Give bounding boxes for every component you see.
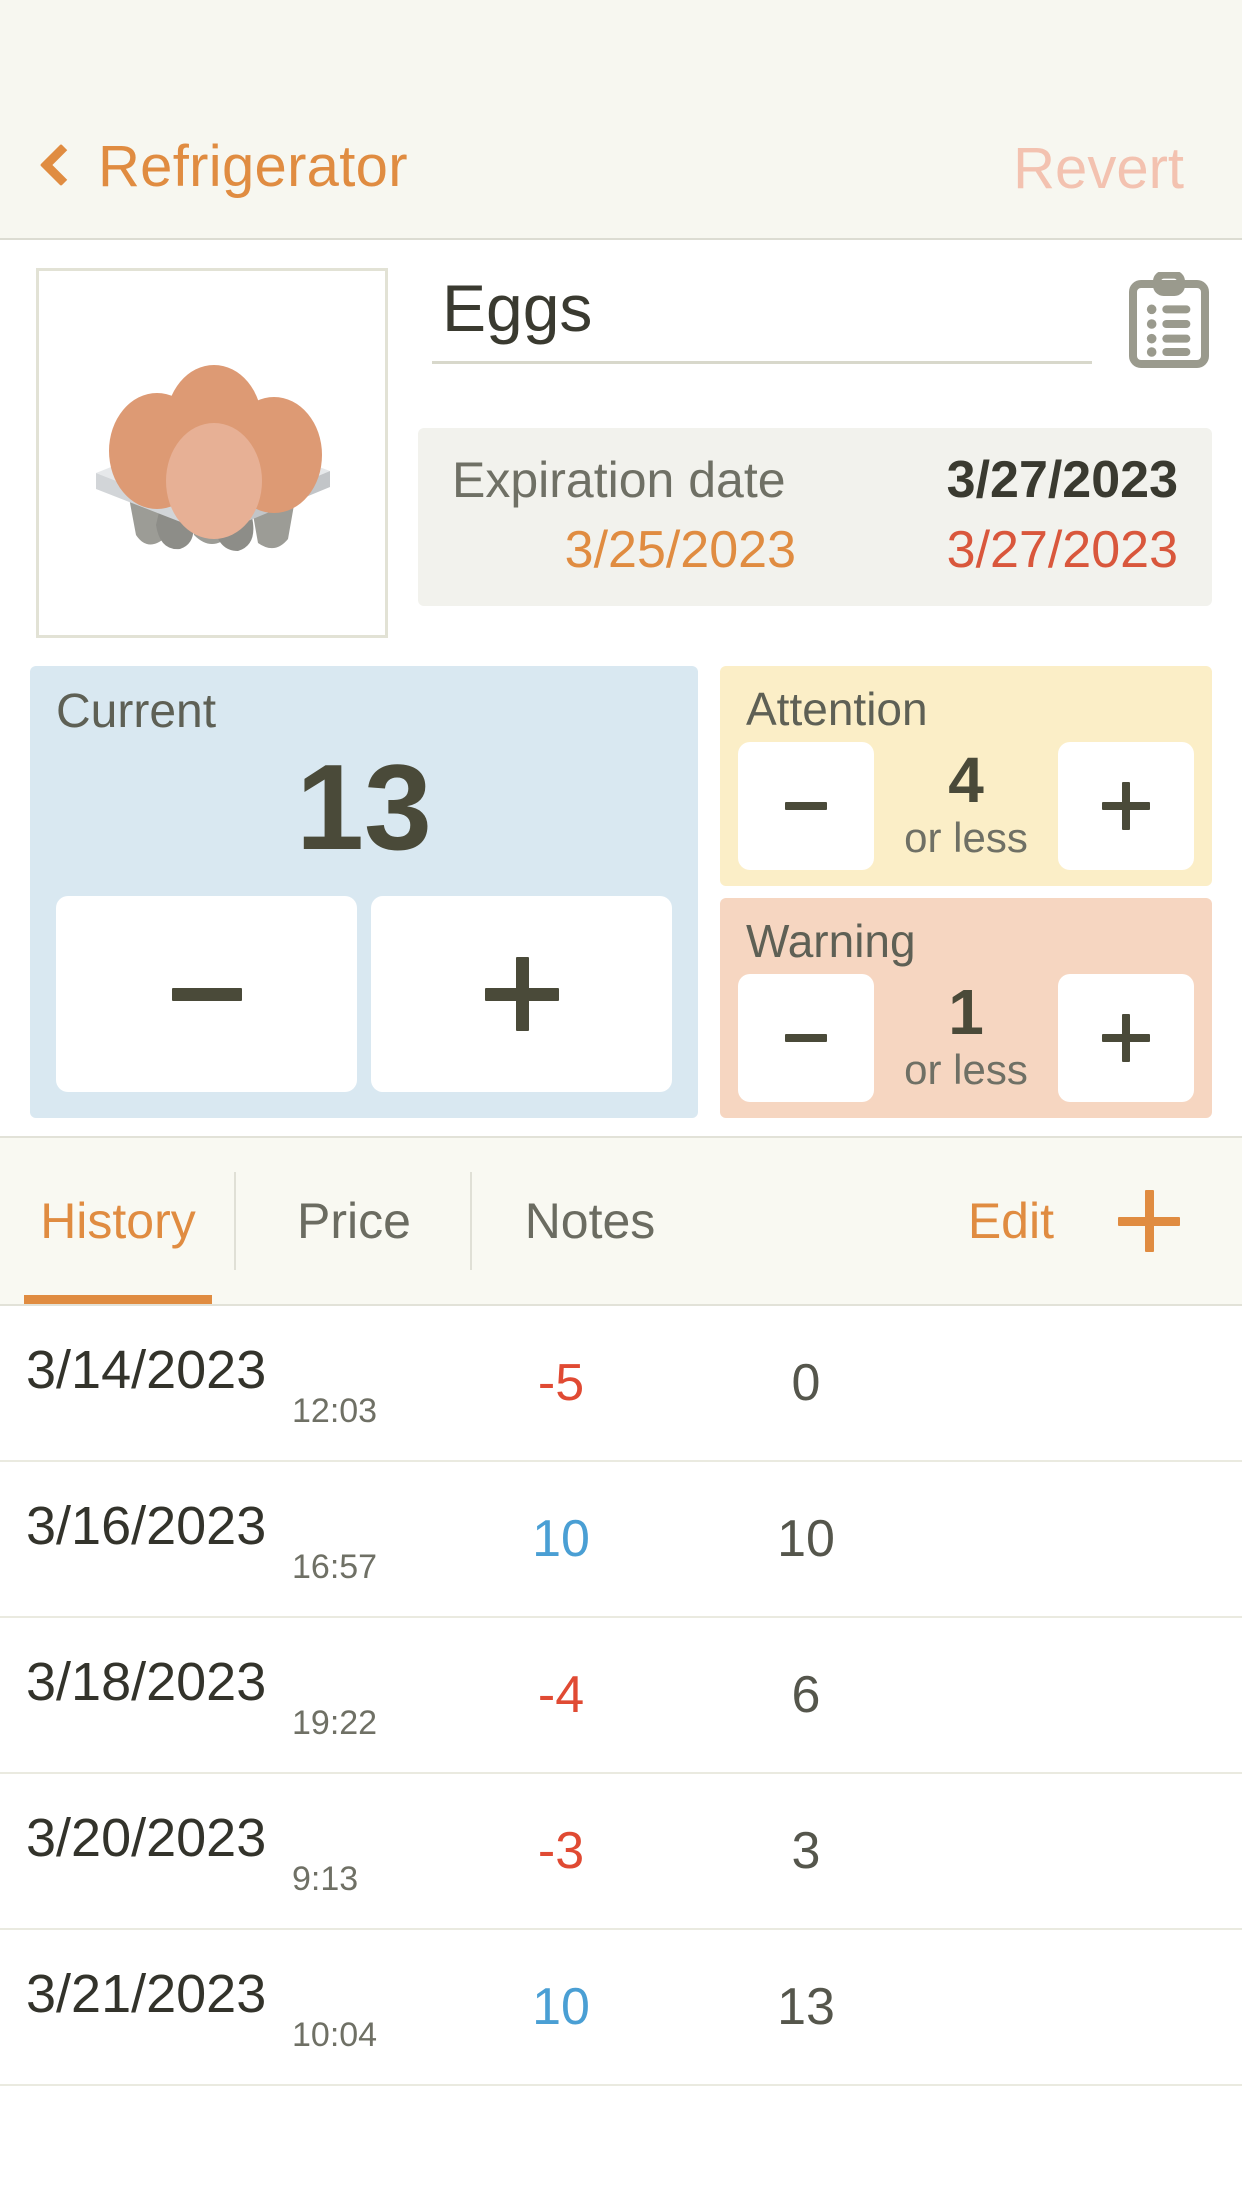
history-time: 10:04 bbox=[292, 2016, 378, 2054]
attention-stepper: 4 or less bbox=[720, 732, 1212, 886]
attention-decrement-button[interactable] bbox=[738, 742, 874, 870]
tab-spacer bbox=[708, 1138, 968, 1304]
plus-icon bbox=[1102, 1014, 1150, 1062]
egg-carton-image bbox=[96, 365, 330, 551]
tab-price[interactable]: Price bbox=[236, 1138, 472, 1304]
history-delta: -4 bbox=[537, 1666, 585, 1724]
plus-icon bbox=[1102, 782, 1150, 830]
threshold-column: Attention 4 or less Warning 1 or less bbox=[720, 666, 1212, 1118]
warning-decrement-button[interactable] bbox=[738, 974, 874, 1102]
current-decrement-button[interactable] bbox=[56, 896, 357, 1092]
edit-button[interactable]: Edit bbox=[968, 1138, 1118, 1304]
clipboard-list-icon[interactable] bbox=[1126, 272, 1212, 368]
item-name-underline bbox=[432, 361, 1092, 365]
attention-increment-button[interactable] bbox=[1058, 742, 1194, 870]
attention-threshold-card: Attention 4 or less bbox=[720, 666, 1212, 886]
current-value: 13 bbox=[296, 739, 432, 875]
history-total: 6 bbox=[791, 1666, 821, 1724]
history-row[interactable]: 3/18/2023 19:22 -4 6 bbox=[0, 1618, 1242, 1774]
current-increment-button[interactable] bbox=[371, 896, 672, 1092]
plus-icon bbox=[484, 957, 559, 1031]
expiration-main-row: Expiration date 3/27/2023 bbox=[452, 450, 1178, 510]
expiration-secondary-row: 3/25/2023 3/27/2023 bbox=[452, 520, 1178, 580]
add-entry-button[interactable] bbox=[1118, 1138, 1242, 1304]
history-total: 0 bbox=[791, 1354, 821, 1412]
item-name-row: Eggs bbox=[418, 268, 1212, 368]
minus-icon bbox=[785, 802, 827, 810]
history-row[interactable]: 3/20/2023 9:13 -3 3 bbox=[0, 1774, 1242, 1930]
history-delta: -5 bbox=[537, 1354, 585, 1412]
warning-value: 1 bbox=[948, 975, 984, 1048]
tab-bar: History Price Notes Edit bbox=[0, 1136, 1242, 1306]
expiration-card[interactable]: Expiration date 3/27/2023 3/25/2023 3/27… bbox=[418, 428, 1212, 606]
tab-history[interactable]: History bbox=[0, 1138, 236, 1304]
item-name-field[interactable]: Eggs bbox=[418, 268, 1106, 365]
plus-icon bbox=[1118, 1190, 1180, 1252]
expiration-right-date[interactable]: 3/27/2023 bbox=[848, 520, 1178, 580]
history-total: 10 bbox=[777, 1510, 835, 1568]
attention-label: Attention bbox=[746, 683, 928, 735]
history-list: 3/14/2023 12:03 -5 0 3/16/2023 16:57 10 10 3/18/… bbox=[0, 1306, 1242, 2086]
warning-threshold-card: Warning 1 or less bbox=[720, 898, 1212, 1118]
expiration-main-date: 3/27/2023 bbox=[946, 451, 1178, 509]
history-delta: 10 bbox=[532, 1510, 590, 1568]
attention-suffix: or less bbox=[904, 814, 1028, 862]
history-total: 3 bbox=[791, 1822, 821, 1880]
history-delta: -3 bbox=[537, 1822, 585, 1880]
history-time: 12:03 bbox=[292, 1392, 378, 1430]
warning-label: Warning bbox=[746, 915, 916, 967]
current-label: Current bbox=[56, 685, 217, 738]
warning-value-group: 1 or less bbox=[874, 974, 1058, 1102]
history-time: 9:13 bbox=[292, 1860, 359, 1898]
tab-notes[interactable]: Notes bbox=[472, 1138, 708, 1304]
attention-value-group: 4 or less bbox=[874, 742, 1058, 870]
chevron-left-icon bbox=[39, 143, 83, 187]
history-row[interactable]: 3/21/2023 10:04 10 13 bbox=[0, 1930, 1242, 2086]
warning-suffix: or less bbox=[904, 1046, 1028, 1094]
minus-icon bbox=[785, 1034, 827, 1042]
revert-button[interactable]: Revert bbox=[1013, 140, 1184, 198]
nav-title: Refrigerator bbox=[98, 134, 408, 199]
warning-stepper: 1 or less bbox=[720, 964, 1212, 1118]
current-stepper bbox=[56, 896, 672, 1092]
item-thumbnail[interactable] bbox=[36, 268, 388, 638]
back-button[interactable]: Refrigerator bbox=[39, 134, 408, 199]
history-row[interactable]: 3/14/2023 12:03 -5 0 bbox=[0, 1306, 1242, 1462]
current-stock-card: Current 13 bbox=[30, 666, 698, 1118]
counters-section: Current 13 Attention 4 or less Warning 1… bbox=[0, 638, 1242, 1118]
navigation-bar: Refrigerator Revert bbox=[0, 0, 1242, 240]
history-total: 13 bbox=[777, 1978, 835, 2036]
history-row[interactable]: 3/16/2023 16:57 10 10 bbox=[0, 1462, 1242, 1618]
item-name-value[interactable]: Eggs bbox=[428, 268, 1096, 361]
history-delta: 10 bbox=[532, 1978, 590, 2036]
minus-icon bbox=[171, 987, 242, 1001]
expiration-left-date[interactable]: 3/25/2023 bbox=[452, 520, 848, 580]
history-time: 19:22 bbox=[292, 1704, 378, 1742]
item-detail-header: Eggs Expiration date 3/27/2023 3/25/2023… bbox=[0, 240, 1242, 638]
history-time: 16:57 bbox=[292, 1548, 378, 1586]
item-fields: Eggs Expiration date 3/27/2023 3/25/2023… bbox=[418, 268, 1212, 638]
warning-increment-button[interactable] bbox=[1058, 974, 1194, 1102]
expiration-label: Expiration date bbox=[452, 452, 786, 508]
attention-value: 4 bbox=[948, 743, 984, 816]
